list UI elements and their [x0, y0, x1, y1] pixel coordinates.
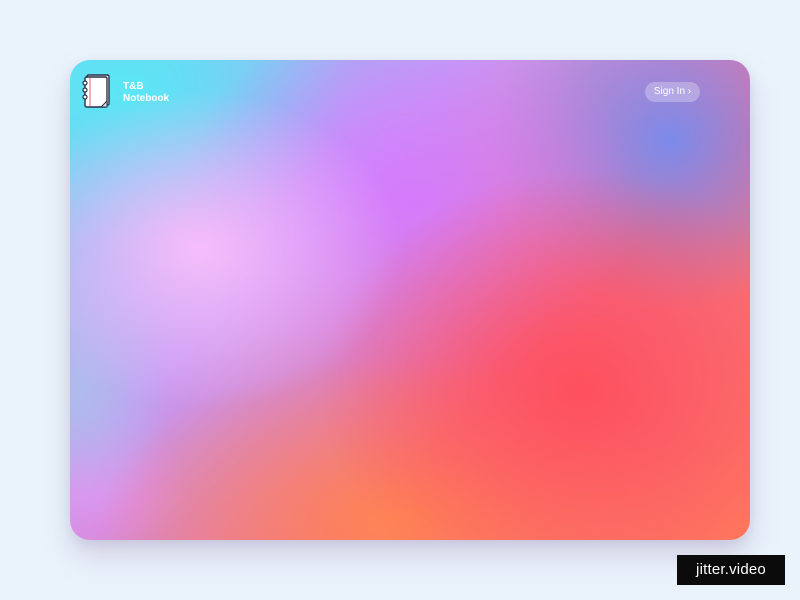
- top-bar: T&B Notebook Sign In ›: [70, 60, 750, 130]
- brand-name-line-2: Notebook: [123, 93, 170, 104]
- sign-in-button[interactable]: Sign In ›: [645, 82, 700, 102]
- notebook-icon: [82, 74, 110, 108]
- brand-name-line-1: T&B: [123, 81, 144, 92]
- brand-name[interactable]: T&B Notebook: [123, 81, 169, 105]
- page: T&B Notebook Sign In › jitter.video: [0, 0, 800, 600]
- hero-card: T&B Notebook Sign In ›: [70, 60, 750, 540]
- watermark-badge: jitter.video: [677, 555, 785, 585]
